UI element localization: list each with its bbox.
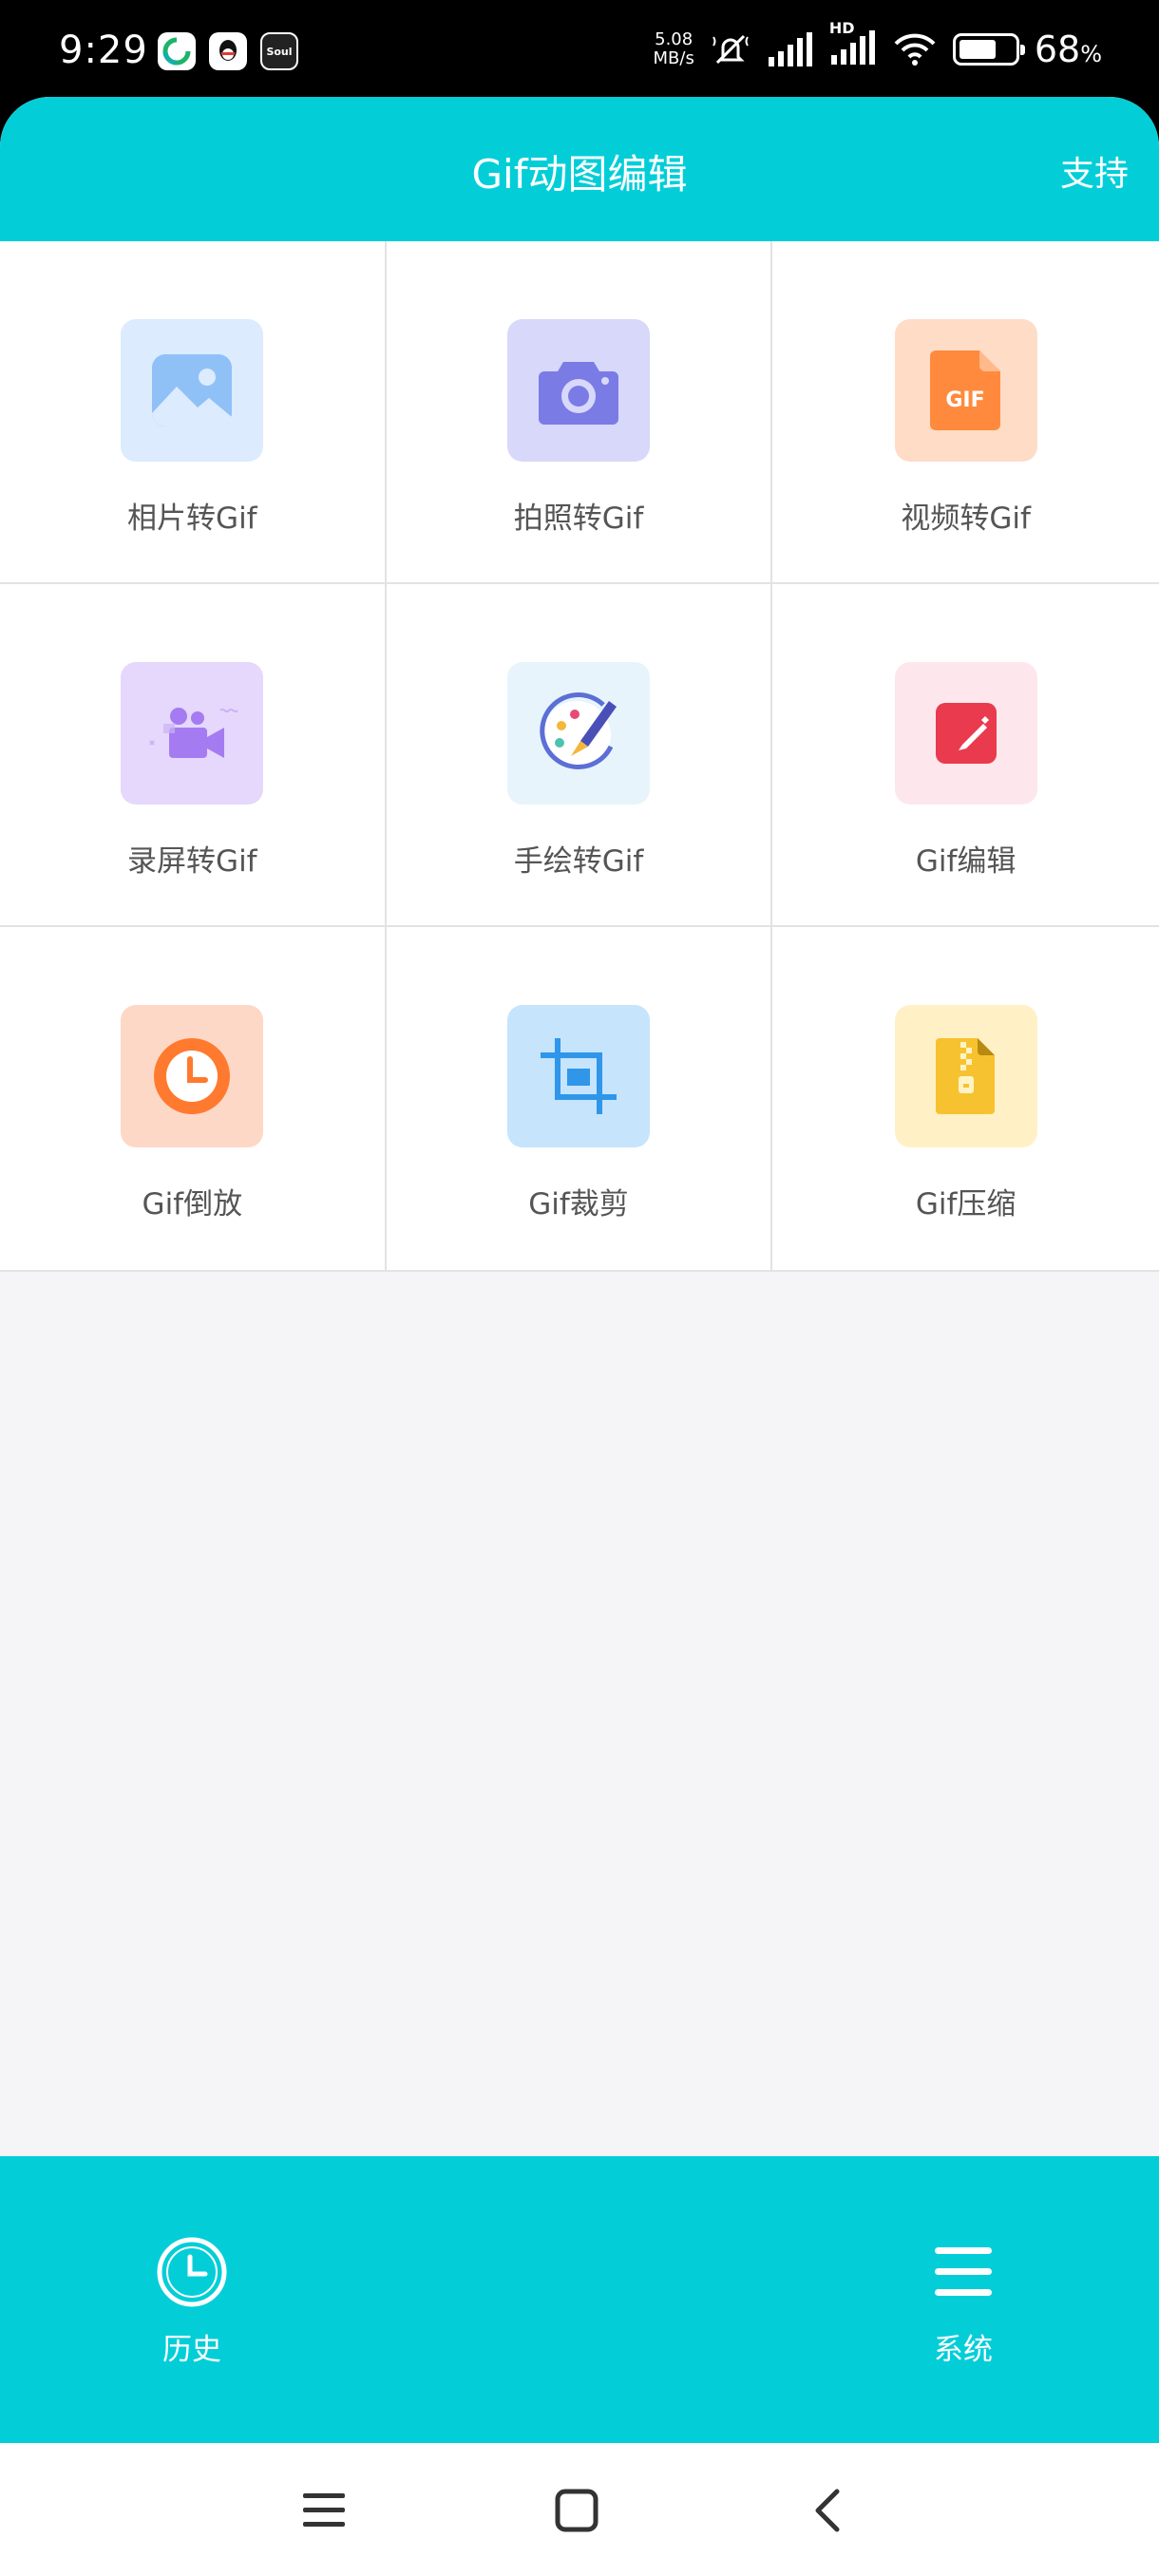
app-screen: Gif动图编辑 支持 相片转Gif 拍照转Gif GIF 视频转Gif 录屏转G… bbox=[0, 97, 1159, 2443]
network-speed-unit: MB/s bbox=[653, 48, 694, 68]
status-time: 9:29 bbox=[59, 28, 148, 72]
notification-icons: Soul bbox=[158, 32, 298, 70]
tool-tile bbox=[506, 1005, 650, 1147]
green-app-icon bbox=[158, 32, 196, 70]
tool-tile bbox=[506, 662, 650, 805]
history-clock-icon bbox=[157, 2237, 227, 2307]
nav-system-label: 系统 bbox=[934, 2333, 993, 2367]
tool-tile bbox=[894, 1005, 1037, 1147]
tool-video-to-gif[interactable]: GIF 视频转Gif bbox=[772, 241, 1159, 584]
tool-label: Gif压缩 bbox=[915, 1187, 1016, 1222]
clock-icon bbox=[154, 1038, 231, 1114]
bottom-nav: 历史 系统 bbox=[0, 2156, 1159, 2443]
battery-percent-unit: % bbox=[1080, 41, 1102, 67]
tool-tile bbox=[121, 662, 264, 805]
soul-app-icon: Soul bbox=[260, 32, 298, 70]
photo-icon bbox=[152, 354, 233, 427]
tool-label: 相片转Gif bbox=[127, 502, 257, 536]
network-type: HD bbox=[828, 19, 855, 37]
tool-tile bbox=[121, 319, 264, 462]
recent-apps-button[interactable] bbox=[291, 2477, 357, 2544]
tool-tile bbox=[894, 662, 1037, 805]
tool-label: 拍照转Gif bbox=[513, 502, 644, 536]
crop-icon bbox=[540, 1038, 617, 1114]
system-nav-bar bbox=[0, 2443, 1159, 2576]
svg-text:GIF: GIF bbox=[945, 388, 984, 412]
tool-tile bbox=[121, 1005, 264, 1147]
mute-bell-icon bbox=[712, 34, 749, 65]
qq-icon bbox=[209, 32, 247, 70]
tool-gif-compress[interactable]: Gif压缩 bbox=[772, 927, 1159, 1270]
menu-lines-icon bbox=[303, 2493, 345, 2527]
menu-icon bbox=[935, 2247, 992, 2296]
tool-label: 视频转Gif bbox=[901, 502, 1031, 536]
tool-gif-reverse[interactable]: Gif倒放 bbox=[0, 927, 387, 1270]
home-button[interactable] bbox=[543, 2477, 610, 2544]
battery-percent: 68% bbox=[1035, 28, 1102, 70]
support-button[interactable]: 支持 bbox=[1060, 146, 1129, 196]
network-speed: 5.08 MB/s bbox=[654, 30, 694, 68]
camera-icon bbox=[538, 362, 618, 425]
soul-app-label: Soul bbox=[266, 45, 293, 58]
page-title: Gif动图编辑 bbox=[471, 151, 688, 198]
status-bar: 9:29 Soul 5.08 MB/s HD 68% bbox=[0, 0, 1159, 106]
edit-icon bbox=[935, 703, 997, 764]
tool-tile: GIF bbox=[894, 319, 1037, 462]
tool-photo-to-gif[interactable]: 相片转Gif bbox=[0, 241, 387, 584]
hd-signal: HD bbox=[829, 19, 877, 70]
gif-file-icon: GIF bbox=[929, 350, 1000, 430]
nav-history[interactable]: 历史 bbox=[97, 2236, 287, 2368]
back-button[interactable] bbox=[796, 2477, 863, 2544]
nav-history-label: 历史 bbox=[162, 2333, 221, 2367]
network-speed-value: 5.08 bbox=[655, 29, 694, 49]
wifi-icon bbox=[894, 33, 936, 66]
paint-palette-icon bbox=[540, 692, 617, 769]
tool-camera-to-gif[interactable]: 拍照转Gif bbox=[386, 241, 773, 584]
screen-record-icon bbox=[149, 708, 239, 758]
tool-label: 录屏转Gif bbox=[127, 844, 257, 879]
status-indicators: 5.08 MB/s HD 68% bbox=[654, 19, 1103, 70]
tool-tile bbox=[506, 319, 650, 462]
battery-icon bbox=[952, 33, 1025, 66]
tool-grid: 相片转Gif 拍照转Gif GIF 视频转Gif 录屏转Gif 手绘转Gif G… bbox=[0, 241, 1159, 1272]
battery-fill bbox=[959, 40, 996, 59]
tool-drawing-to-gif[interactable]: 手绘转Gif bbox=[386, 584, 773, 927]
tool-label: Gif裁剪 bbox=[528, 1187, 629, 1222]
top-bar: Gif动图编辑 支持 bbox=[0, 97, 1159, 241]
tool-label: Gif倒放 bbox=[142, 1187, 243, 1222]
tool-screen-record-to-gif[interactable]: 录屏转Gif bbox=[0, 584, 387, 927]
tool-gif-edit[interactable]: Gif编辑 bbox=[772, 584, 1159, 927]
square-home-icon bbox=[555, 2489, 598, 2532]
chevron-left-icon bbox=[815, 2489, 840, 2532]
tool-label: 手绘转Gif bbox=[513, 844, 644, 879]
tool-label: Gif编辑 bbox=[915, 844, 1016, 879]
tool-gif-crop[interactable]: Gif裁剪 bbox=[387, 927, 773, 1270]
nav-system[interactable]: 系统 bbox=[868, 2236, 1058, 2368]
signal-icon bbox=[768, 32, 812, 66]
zip-file-icon bbox=[935, 1038, 995, 1114]
battery-percent-value: 68 bbox=[1034, 28, 1081, 70]
